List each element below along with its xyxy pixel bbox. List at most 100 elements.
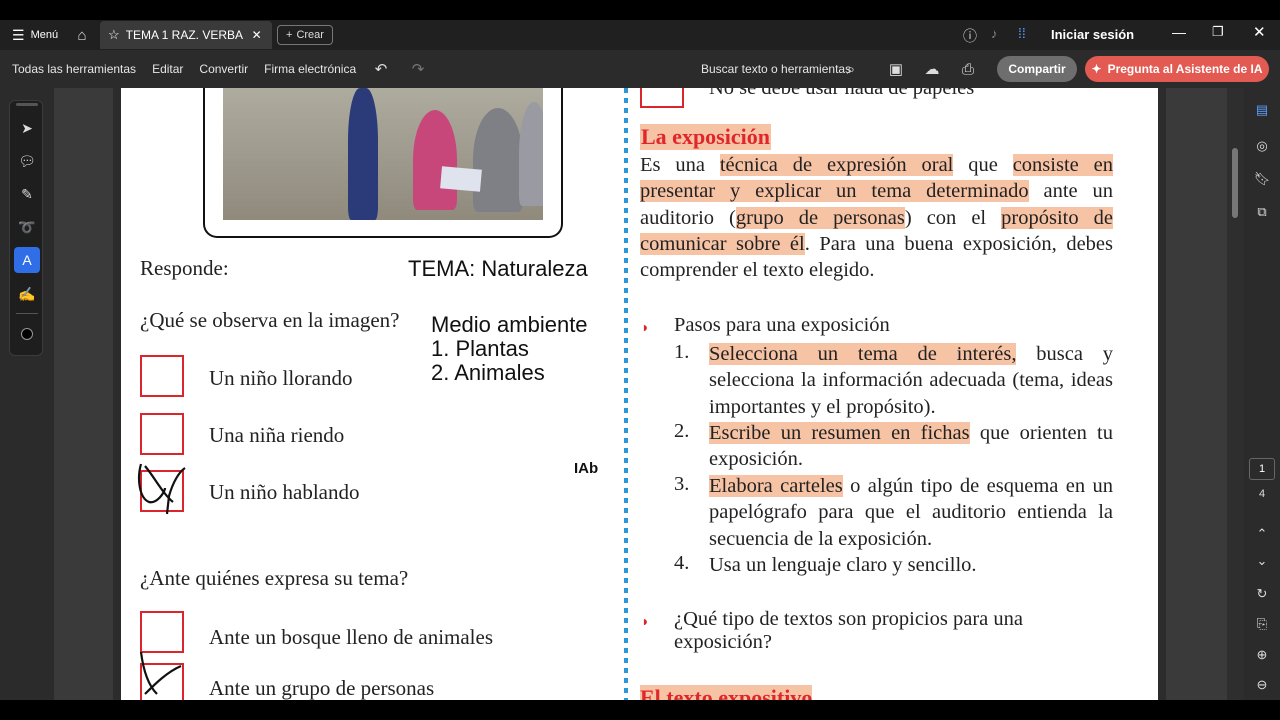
convert-menu[interactable]: Convertir — [199, 62, 248, 76]
redo-icon[interactable]: ↷ — [404, 55, 432, 83]
print-icon[interactable]: ⎙ — [954, 55, 982, 83]
step-highlight: Escribe un resumen en fichas — [709, 422, 970, 444]
search-tools-input[interactable]: Buscar texto o herramientas — [701, 62, 851, 76]
right-tool-rail: ▤ ◎ 🔖︎ ⧉ 1 4 ⌃ ⌄ ↻ ⎘ ⊕ ⊖ — [1244, 88, 1280, 700]
zoom-in-icon[interactable]: ⊕ — [1252, 645, 1272, 665]
edit-menu[interactable]: Editar — [152, 62, 183, 76]
color-picker-icon[interactable] — [14, 321, 40, 347]
hamburger-icon: ☰ — [12, 26, 25, 43]
list-number: 4. — [674, 552, 690, 574]
all-tools-menu[interactable]: Todas las herramientas — [12, 62, 136, 76]
menu-button[interactable]: ☰ Menú — [12, 27, 58, 44]
typed-note-line: 2. Animales — [431, 360, 545, 385]
create-label: Crear — [296, 29, 324, 41]
checkbox-option-4[interactable] — [140, 611, 184, 653]
option-label: Un niño hablando — [209, 480, 360, 504]
panel-grip[interactable] — [16, 103, 38, 106]
handwritten-check-mark — [138, 463, 186, 515]
signin-link[interactable]: Iniciar sesión — [1051, 27, 1134, 42]
typed-note-line: Medio ambiente — [431, 312, 588, 337]
extract-page-icon[interactable]: ⎘ — [1252, 614, 1272, 634]
ai-assistant-button[interactable]: ✦ Pregunta al Asistente de IA — [1085, 56, 1269, 82]
question-2: ¿Ante quiénes expresa su tema? — [140, 566, 409, 590]
column-divider — [624, 88, 628, 700]
photo-paper — [440, 166, 482, 192]
document-tab[interactable]: ☆ TEMA 1 RAZ. VERBA... ✕ — [100, 21, 272, 49]
steps-title: Pasos para una exposición — [674, 314, 890, 336]
para-text: Es una — [640, 154, 720, 176]
step-3: Elabora carteles o algún tipo de esquema… — [709, 473, 1113, 552]
para-text: ) con el — [904, 206, 1002, 229]
typed-notes[interactable]: Medio ambiente 1. Plantas 2. Animales — [431, 313, 588, 385]
save-icon[interactable]: ▣ — [882, 55, 910, 83]
bullet-icon: ◗ — [641, 613, 650, 629]
close-tab-icon[interactable]: ✕ — [252, 28, 262, 42]
scroll-thumb[interactable] — [1232, 148, 1238, 218]
zoom-out-icon[interactable]: ⊖ — [1252, 675, 1272, 695]
para-highlight: grupo de personas — [735, 206, 905, 229]
para-highlight: técnica de expresión oral — [719, 154, 954, 176]
list-number: 1. — [674, 341, 690, 363]
apps-icon[interactable]: ⁞⁞ — [1018, 25, 1026, 41]
photo-child-right — [519, 102, 543, 206]
option-label: Ante un bosque lleno de animales — [209, 625, 494, 649]
bullet-icon: ◗ — [641, 319, 650, 335]
question-1: ¿Qué se observa en la imagen? — [140, 308, 400, 332]
create-button[interactable]: + Crear — [277, 25, 333, 45]
star-icon[interactable]: ☆ — [108, 27, 120, 43]
bookmark-icon[interactable]: 🔖︎ — [1252, 169, 1272, 189]
checkbox-option-1[interactable] — [140, 355, 184, 397]
current-page-field[interactable]: 1 — [1249, 458, 1275, 480]
bottom-edge — [0, 700, 1280, 720]
select-tool-icon[interactable]: ➤ — [14, 115, 40, 141]
next-section-heading: El texto expositivo — [640, 685, 813, 700]
ai-sparkle-icon: ✦ — [1091, 62, 1102, 76]
help-icon[interactable]: ⓘ — [963, 26, 977, 46]
lasso-tool-icon[interactable]: ➰ — [14, 214, 40, 240]
typed-note-line: 1. Plantas — [431, 336, 529, 361]
classroom-photo — [223, 88, 543, 220]
section-heading: La exposición — [640, 124, 771, 150]
page-up-icon[interactable]: ⌃ — [1252, 524, 1272, 544]
pdf-page: Responde: TEMA: Naturaleza ¿Qué se obser… — [113, 88, 1166, 700]
typed-topic[interactable]: TEMA: Naturaleza — [408, 256, 588, 282]
comments-icon[interactable]: ◎ — [1252, 136, 1272, 156]
question-text-types: ¿Qué tipo de textos son propicios para u… — [674, 608, 1023, 653]
text-box-tool-icon[interactable]: A — [14, 247, 40, 273]
quick-tools-panel: ➤ 💬︎ ✎ ➰ A ✍ — [9, 100, 43, 356]
pen-tool-icon[interactable]: ✎ — [14, 181, 40, 207]
tab-title: TEMA 1 RAZ. VERBA... — [125, 28, 244, 42]
responde-label: Responde: — [140, 256, 229, 280]
share-button[interactable]: Compartir — [997, 56, 1077, 82]
ai-assistant-label: Pregunta al Asistente de IA — [1107, 62, 1263, 76]
step-4: Usa un lenguaje claro y sencillo. — [709, 554, 977, 576]
ai-summary-icon[interactable]: ▤ — [1252, 100, 1272, 120]
total-pages: 4 — [1258, 488, 1266, 500]
exposition-paragraph: Es una técnica de expresión oral que con… — [640, 152, 1113, 283]
restore-icon[interactable]: ❐ — [1212, 24, 1224, 40]
refresh-icon[interactable]: ↻ — [1252, 584, 1272, 604]
photo-boy — [473, 108, 523, 212]
upload-cloud-icon[interactable]: ☁ — [918, 55, 946, 83]
comment-tool-icon[interactable]: 💬︎ — [14, 148, 40, 174]
page-down-icon[interactable]: ⌄ — [1252, 551, 1272, 571]
undo-icon[interactable]: ↶ — [367, 55, 395, 83]
option-label: Un niño llorando — [209, 366, 353, 390]
checkbox-partial[interactable] — [640, 88, 684, 108]
esign-menu[interactable]: Firma electrónica — [264, 62, 356, 76]
para-text: que — [953, 154, 1013, 176]
bell-icon[interactable]: ♪ — [991, 26, 998, 41]
pages-icon[interactable]: ⧉ — [1252, 202, 1272, 222]
search-icon[interactable]: ⌕ — [837, 55, 865, 83]
minimize-icon[interactable]: — — [1172, 24, 1186, 40]
menu-label: Menú — [30, 29, 59, 41]
text-cursor-indicator: IAb — [574, 460, 599, 477]
step-highlight: Selecciona un tema de interés, — [709, 343, 1017, 365]
stamp-tool-icon[interactable]: ✍ — [14, 281, 40, 307]
close-window-icon[interactable]: ✕ — [1253, 23, 1266, 41]
checkbox-option-2[interactable] — [140, 413, 184, 455]
home-icon[interactable]: ⌂ — [68, 21, 96, 49]
list-number: 2. — [674, 420, 690, 442]
plus-icon: + — [286, 29, 293, 41]
vertical-scrollbar[interactable] — [1227, 88, 1244, 700]
